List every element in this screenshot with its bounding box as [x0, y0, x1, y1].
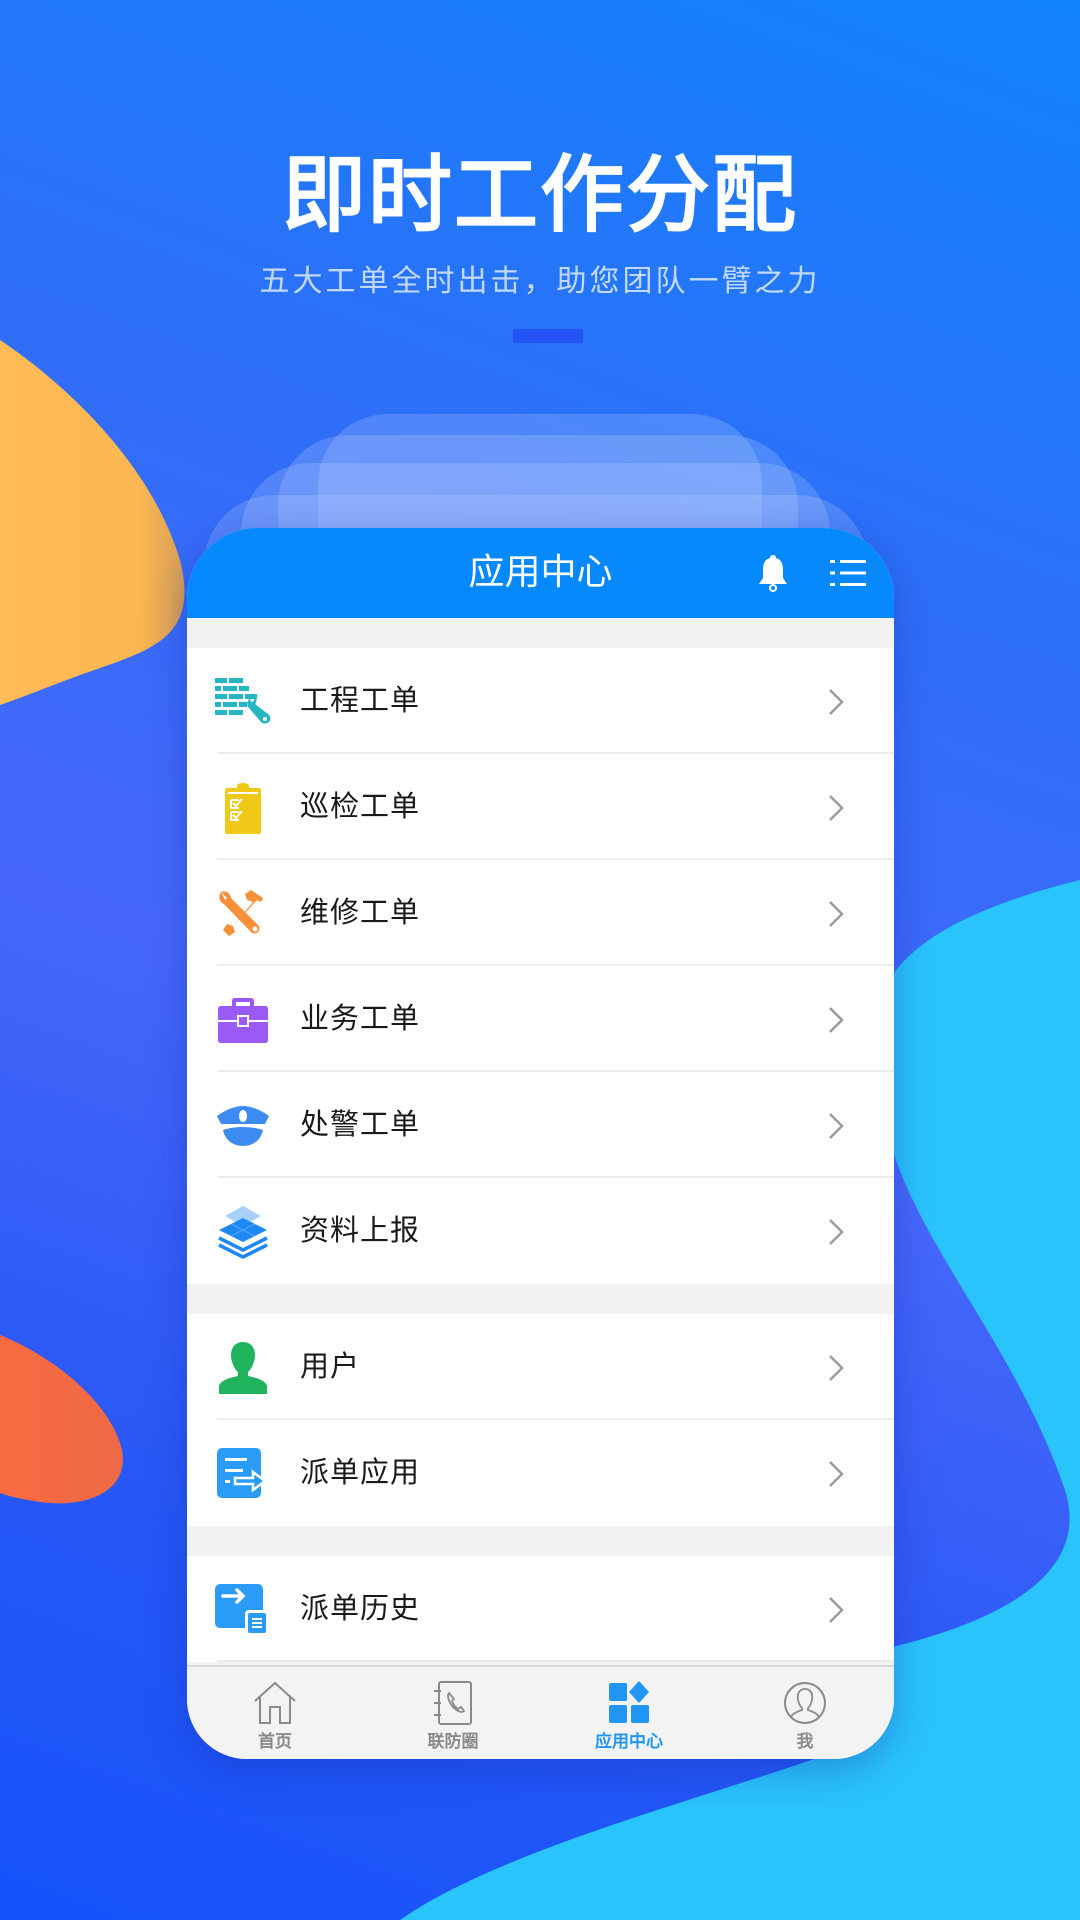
tab-joint-defense[interactable]: 联防圈: [365, 1667, 541, 1759]
row-divider: [217, 1660, 894, 1662]
data-layers-icon: [218, 1206, 268, 1259]
chevron-right-icon: [829, 1219, 844, 1245]
list-item-label: 派单历史: [300, 1591, 421, 1625]
tab-me[interactable]: 我: [717, 1667, 893, 1759]
bottom-tab-bar: 首页 联防圈 应用中心 我: [187, 1665, 894, 1759]
tab-home[interactable]: 首页: [187, 1667, 363, 1759]
list-item-engineering[interactable]: 工程工单: [187, 648, 894, 754]
dispatch-history-icon: [215, 1584, 269, 1636]
list-item-label: 派单应用: [300, 1455, 421, 1489]
inspection-clipboard-icon: [225, 783, 261, 834]
chevron-right-icon: [829, 795, 844, 821]
list-item-label: 资料上报: [300, 1213, 421, 1247]
repair-tools-icon: [219, 890, 263, 936]
chevron-right-icon: [829, 1355, 844, 1381]
apps-grid-icon: [609, 1681, 649, 1723]
list-item-police[interactable]: 处警工单: [187, 1072, 894, 1178]
section-gap: [187, 1284, 894, 1314]
chevron-right-icon: [829, 1113, 844, 1139]
promo-subline: 五大工单全时出击，助您团队一臂之力: [259, 264, 821, 299]
home-icon: [254, 1681, 296, 1724]
profile-icon: [784, 1682, 826, 1724]
app-list: 工程工单 巡检工单 维修工单 业务工单 处警工单 资料上报 用户 派单应用 派单…: [187, 648, 894, 1662]
bell-icon[interactable]: [757, 553, 789, 593]
app-header: 应用中心: [187, 528, 894, 618]
list-item-label: 维修工单: [300, 895, 421, 929]
chevron-right-icon: [829, 1007, 844, 1033]
chevron-right-icon: [829, 689, 844, 715]
list-group-users: 用户 派单应用: [187, 1314, 894, 1526]
section-gap: [187, 1526, 894, 1556]
list-item-dispatch-app[interactable]: 派单应用: [187, 1420, 894, 1526]
orange-blob: [0, 1335, 123, 1504]
list-group-workorders: 工程工单 巡检工单 维修工单 业务工单 处警工单 资料上报: [187, 648, 894, 1284]
tab-app-center[interactable]: 应用中心: [541, 1667, 717, 1759]
list-item-label: 用户: [300, 1349, 361, 1383]
list-item-label: 工程工单: [300, 683, 421, 717]
tab-label: 应用中心: [595, 1732, 663, 1752]
contact-phone-book-icon: [434, 1681, 472, 1725]
dispatch-app-icon: [217, 1448, 268, 1498]
list-item-label: 业务工单: [300, 1001, 421, 1035]
chevron-right-icon: [829, 901, 844, 927]
page-indicator: [513, 329, 583, 343]
promo-headline: 即时工作分配: [281, 146, 798, 244]
app-screen-card: 应用中心 工程工单 巡检工单 维修工单 业务工单 处警工单 资料上报 用户 派单…: [187, 528, 894, 1759]
engineering-brick-wrench-icon: [215, 678, 271, 724]
tab-label: 联防圈: [427, 1732, 479, 1752]
list-item-user[interactable]: 用户: [187, 1314, 894, 1420]
police-cap-icon: [217, 1106, 269, 1146]
list-item-label: 巡检工单: [300, 789, 421, 823]
list-item-repair[interactable]: 维修工单: [187, 860, 894, 966]
business-briefcase-icon: [218, 998, 268, 1043]
list-item-label: 处警工单: [300, 1107, 421, 1141]
chevron-right-icon: [829, 1461, 844, 1487]
user-icon: [219, 1342, 267, 1394]
list-item-business[interactable]: 业务工单: [187, 966, 894, 1072]
list-item-data-report[interactable]: 资料上报: [187, 1178, 894, 1284]
tab-label: 我: [796, 1732, 814, 1752]
tab-label: 首页: [258, 1732, 292, 1752]
list-item-dispatch-history[interactable]: 派单历史: [187, 1556, 894, 1662]
chevron-right-icon: [829, 1597, 844, 1623]
yellow-blob: [0, 340, 185, 705]
menu-list-icon[interactable]: [830, 559, 866, 587]
list-item-inspection[interactable]: 巡检工单: [187, 754, 894, 860]
list-group-history: 派单历史: [187, 1556, 894, 1662]
